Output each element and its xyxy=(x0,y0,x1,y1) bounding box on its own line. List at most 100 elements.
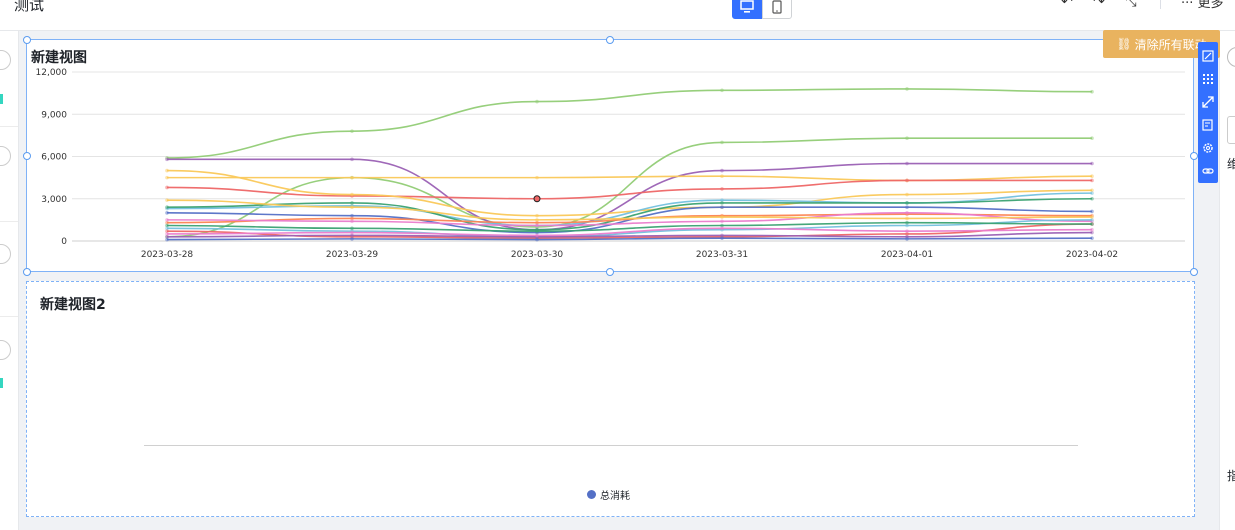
data-point xyxy=(905,87,909,91)
data-point xyxy=(535,233,539,238)
data-point xyxy=(1090,89,1094,94)
resize-handle[interactable] xyxy=(1190,268,1198,276)
resize-handle[interactable] xyxy=(606,268,614,276)
panel-input[interactable] xyxy=(1227,116,1235,144)
data-point xyxy=(720,226,724,231)
data-point xyxy=(350,192,354,197)
rail-handle[interactable] xyxy=(0,244,11,264)
data-point xyxy=(535,229,539,233)
left-rail xyxy=(0,31,19,530)
data-point xyxy=(905,178,909,183)
resize-handle[interactable] xyxy=(23,268,31,276)
rail-handle[interactable] xyxy=(0,340,11,360)
data-point xyxy=(535,175,539,180)
rail-handle[interactable] xyxy=(0,50,11,70)
data-point xyxy=(535,213,539,218)
resize-handle[interactable] xyxy=(1190,152,1198,160)
chart-view-1[interactable]: 新建视图 0 3,000 6,000 9,000 12,000 2023-03-28 202… xyxy=(26,39,1194,272)
rail-divider xyxy=(0,221,18,222)
x-tick-label: 2023-04-01 xyxy=(881,250,933,260)
data-point xyxy=(350,219,354,224)
data-point xyxy=(1090,222,1094,226)
redo-icon[interactable]: ↷ xyxy=(1090,0,1108,10)
details-icon[interactable] xyxy=(1198,113,1218,136)
series-line xyxy=(166,237,1093,241)
data-point xyxy=(165,185,169,190)
data-point xyxy=(165,157,169,162)
data-point xyxy=(905,229,909,233)
data-point xyxy=(350,226,354,231)
line-chart: 0 3,000 6,000 9,000 12,000 2023-03-28 2023-03-… xyxy=(36,68,1185,260)
data-point xyxy=(1090,174,1094,179)
data-point xyxy=(720,88,724,93)
view-title: 新建视图2 xyxy=(40,297,106,313)
rail-handle[interactable] xyxy=(0,146,11,166)
desktop-view-button[interactable] xyxy=(732,0,762,19)
data-point xyxy=(1090,236,1094,240)
data-point xyxy=(905,237,909,241)
panel-toggle-icon[interactable] xyxy=(1227,47,1235,67)
data-point xyxy=(720,219,724,224)
metric-label: 指 xyxy=(1227,469,1235,483)
more-button[interactable]: ··· 更多 xyxy=(1181,0,1224,11)
data-point xyxy=(165,237,169,242)
view-toolstrip xyxy=(1198,42,1218,183)
more-label: 更多 xyxy=(1197,0,1224,11)
data-point xyxy=(350,157,354,162)
chart-baseline xyxy=(144,445,1078,446)
mobile-icon xyxy=(772,0,782,14)
data-point xyxy=(905,211,909,215)
clear-linkage-label: 清除所有联动 xyxy=(1134,37,1207,52)
resize-handle[interactable] xyxy=(606,36,614,44)
data-point xyxy=(535,218,539,222)
data-point xyxy=(165,205,169,209)
data-point xyxy=(1090,161,1094,166)
link-icon: ⛓ xyxy=(1116,37,1132,51)
data-point xyxy=(1090,191,1094,195)
chart-legend: 总消耗 xyxy=(587,487,630,502)
data-point xyxy=(1090,178,1094,183)
right-panel: 维 指 xyxy=(1219,31,1235,530)
data-point xyxy=(905,216,909,221)
data-point xyxy=(1090,227,1094,232)
device-toggle xyxy=(732,0,792,20)
data-point xyxy=(350,205,354,209)
resize-handle[interactable] xyxy=(23,36,31,44)
data-point xyxy=(905,136,909,140)
data-point xyxy=(905,192,909,197)
x-tick-label: 2023-04-02 xyxy=(1066,250,1118,260)
mobile-view-button[interactable] xyxy=(762,0,792,19)
data-point xyxy=(720,215,724,219)
data-point xyxy=(350,237,354,241)
rail-divider xyxy=(0,316,18,317)
data-point xyxy=(165,223,169,228)
more-icon: ··· xyxy=(1181,0,1194,11)
gear-icon[interactable] xyxy=(1198,136,1218,159)
data-point xyxy=(1090,215,1094,219)
data-point xyxy=(535,99,539,104)
y-tick-label: 9,000 xyxy=(41,110,67,120)
data-point xyxy=(720,187,724,191)
dimension-label: 维 xyxy=(1227,157,1235,171)
undo-icon[interactable]: ↶ xyxy=(1058,0,1076,10)
data-point xyxy=(905,220,909,225)
resize-handle[interactable] xyxy=(23,152,31,160)
rail-marker xyxy=(0,94,3,104)
legend-label: 总消耗 xyxy=(600,491,630,502)
expand-icon[interactable] xyxy=(1198,90,1218,113)
data-point xyxy=(165,198,169,202)
x-tick-label: 2023-03-29 xyxy=(326,250,379,260)
collapse-icon[interactable]: ⤡ xyxy=(1122,0,1140,10)
desktop-icon xyxy=(740,0,754,13)
data-point xyxy=(165,168,169,173)
y-tick-label: 0 xyxy=(61,237,67,247)
link-icon[interactable] xyxy=(1198,159,1218,182)
data-point xyxy=(720,174,724,179)
y-tick-label: 3,000 xyxy=(41,195,67,205)
chart-view-2[interactable]: 新建视图2 总消耗 xyxy=(26,281,1195,517)
edit-icon[interactable] xyxy=(1198,44,1218,67)
series-line xyxy=(166,137,1092,238)
grid-icon[interactable] xyxy=(1198,67,1218,90)
data-point xyxy=(905,161,909,166)
data-point xyxy=(905,205,909,209)
